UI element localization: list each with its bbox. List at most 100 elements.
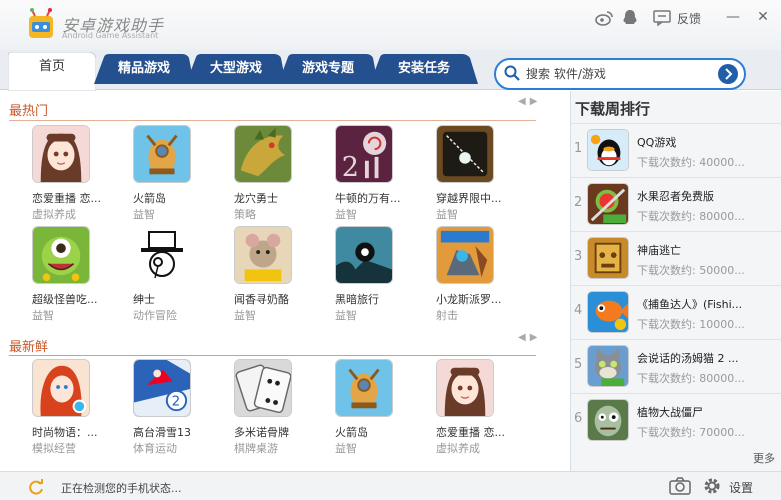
rank-app-name[interactable]: 会说话的汤姆猫 2 ... — [637, 350, 777, 366]
ranking-item[interactable]: 3 神庙逃亡 下载次数约: 50000... — [571, 231, 781, 284]
app-title[interactable]: 超级怪兽吃... — [32, 291, 112, 307]
app-card[interactable]: 超级怪兽吃... 益智 — [0, 226, 100, 326]
app-icon[interactable]: 2 — [335, 125, 393, 183]
rank-downloads: 下载次数约: 40000... — [637, 156, 745, 169]
title-bar: 安卓游戏助手 Android Game Assistant 反馈 — ✕ — [0, 0, 781, 50]
app-title[interactable]: 火箭岛 — [133, 190, 213, 206]
app-card[interactable]: 恋爱重播 恋... 虚拟养成 — [0, 125, 101, 225]
search-box[interactable] — [494, 58, 746, 90]
rank-number: 4 — [574, 303, 583, 318]
close-button[interactable]: ✕ — [752, 7, 774, 27]
app-title[interactable]: 恋爱重播 恋... — [436, 424, 516, 440]
app-category: 益智 — [436, 208, 458, 221]
app-category: 策略 — [234, 208, 256, 221]
section-divider — [9, 355, 536, 356]
app-card[interactable]: 小龙斯派罗... 射击 — [404, 226, 504, 326]
app-title[interactable]: 时尚物语：... — [32, 424, 112, 440]
ranking-item[interactable]: 5 会说话的汤姆猫 2 ... 下载次数约: 80000... — [571, 339, 781, 392]
settings-button[interactable]: 设置 — [729, 479, 753, 496]
feedback-link[interactable]: 反馈 — [677, 10, 701, 27]
tab-large-games[interactable]: 大型游戏 — [186, 54, 286, 84]
app-card[interactable]: 黑暗旅行 益智 — [303, 226, 403, 326]
tab-home[interactable]: 首页 — [8, 52, 96, 91]
rank-app-name[interactable]: 《捕鱼达人》(Fishi... — [637, 296, 777, 312]
app-icon[interactable] — [587, 291, 629, 333]
app-card[interactable]: 穿越界限中... 益智 — [404, 125, 504, 225]
app-icon[interactable] — [436, 226, 494, 284]
hot-pager[interactable]: ◀▶ — [518, 96, 541, 107]
app-category: 益智 — [234, 309, 256, 322]
section-title-hot: 最热门 — [9, 104, 49, 119]
tab-featured-games[interactable]: 精品游戏 — [94, 54, 194, 84]
app-title[interactable]: 穿越界限中... — [436, 190, 516, 206]
app-title[interactable]: 恋爱重播 恋... — [32, 190, 112, 206]
tab-game-topics[interactable]: 游戏专题 — [278, 54, 378, 84]
app-icon[interactable] — [32, 125, 90, 183]
app-title[interactable]: 黑暗旅行 — [335, 291, 415, 307]
app-card[interactable]: 时尚物语：... 模拟经营 — [0, 359, 100, 459]
rank-number: 3 — [574, 249, 583, 264]
search-submit-button[interactable] — [718, 64, 738, 84]
app-card[interactable]: 多米诺骨牌 棋牌桌游 — [202, 359, 302, 459]
app-icon[interactable] — [133, 125, 191, 183]
camera-icon[interactable] — [669, 477, 691, 498]
app-icon[interactable] — [32, 359, 90, 417]
app-title[interactable]: 绅士 — [133, 291, 213, 307]
app-icon[interactable] — [436, 359, 494, 417]
app-card[interactable]: 2 牛顿的万有... 益智 — [303, 125, 403, 225]
app-category: 模拟经营 — [32, 442, 76, 455]
app-icon[interactable] — [587, 399, 629, 441]
app-title[interactable]: 龙穴勇士 — [234, 190, 314, 206]
app-title[interactable]: 闻香寻奶酪 — [234, 291, 314, 307]
app-category: 益智 — [335, 309, 357, 322]
app-card[interactable]: 闻香寻奶酪 益智 — [202, 226, 302, 326]
app-category: 益智 — [32, 309, 54, 322]
rank-app-name[interactable]: 神庙逃亡 — [637, 242, 777, 258]
app-title[interactable]: 火箭岛 — [335, 424, 415, 440]
app-card[interactable]: 绅士 动作冒险 — [101, 226, 201, 326]
app-icon[interactable] — [587, 129, 629, 171]
search-input[interactable] — [526, 65, 706, 83]
tab-label: 安装任务 — [397, 61, 450, 76]
app-icon[interactable] — [133, 226, 191, 284]
app-category: 动作冒险 — [133, 309, 177, 322]
app-title[interactable]: 多米诺骨牌 — [234, 424, 314, 440]
tab-install-tasks[interactable]: 安装任务 — [370, 54, 478, 84]
weibo-icon[interactable] — [594, 8, 614, 28]
more-link[interactable]: 更多 — [753, 450, 775, 466]
rank-app-name[interactable]: QQ游戏 — [637, 134, 777, 150]
app-icon[interactable] — [234, 359, 292, 417]
gear-icon[interactable] — [702, 476, 722, 499]
ranking-item[interactable]: 4 《捕鱼达人》(Fishi... 下载次数约: 10000... — [571, 285, 781, 338]
app-icon[interactable] — [234, 226, 292, 284]
app-icon[interactable] — [587, 345, 629, 387]
app-icon[interactable] — [587, 237, 629, 279]
minimize-button[interactable]: — — [722, 7, 744, 27]
app-icon[interactable] — [436, 125, 494, 183]
app-card[interactable]: 龙穴勇士 策略 — [202, 125, 302, 225]
section-title-fresh: 最新鲜 — [9, 340, 49, 355]
arrow-right-icon — [725, 68, 733, 80]
ranking-item[interactable]: 6 植物大战僵尸 下载次数约: 70000... — [571, 393, 781, 446]
app-category: 益智 — [133, 208, 155, 221]
app-card[interactable]: 2 高台滑雪13 体育运动 — [101, 359, 201, 459]
app-title[interactable]: 高台滑雪13 — [133, 424, 213, 440]
app-title[interactable]: 牛顿的万有... — [335, 190, 415, 206]
app-card[interactable]: 恋爱重播 恋... 虚拟养成 — [404, 359, 505, 459]
app-icon[interactable] — [335, 359, 393, 417]
app-icon[interactable] — [234, 125, 292, 183]
app-icon[interactable] — [32, 226, 90, 284]
app-title[interactable]: 小龙斯派罗... — [436, 291, 516, 307]
rank-app-name[interactable]: 水果忍者免费版 — [637, 188, 777, 204]
rank-app-name[interactable]: 植物大战僵尸 — [637, 404, 777, 420]
fresh-pager[interactable]: ◀▶ — [518, 332, 541, 343]
app-icon[interactable] — [587, 183, 629, 225]
app-icon[interactable]: 2 — [133, 359, 191, 417]
ranking-item[interactable]: 1 QQ游戏 下载次数约: 40000... — [571, 123, 781, 176]
app-icon[interactable] — [335, 226, 393, 284]
qq-icon[interactable] — [620, 8, 640, 28]
ranking-item[interactable]: 2 水果忍者免费版 下载次数约: 80000... — [571, 177, 781, 230]
app-card[interactable]: 火箭岛 益智 — [101, 125, 201, 225]
feedback-icon[interactable] — [652, 8, 672, 28]
app-card[interactable]: 火箭岛 益智 — [303, 359, 403, 459]
